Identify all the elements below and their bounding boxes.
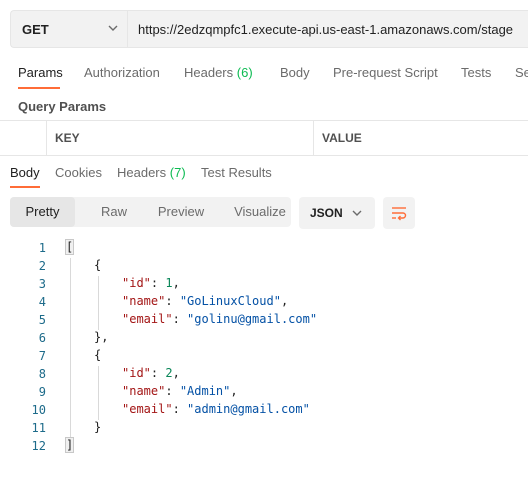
json-object-open: { <box>94 348 102 362</box>
line-number: 8 <box>38 367 46 381</box>
headers-count: (6) <box>236 65 253 80</box>
view-mode-pretty[interactable]: Pretty <box>10 197 75 227</box>
json-line-email: "email": "golinu@gmail.com" <box>122 312 318 326</box>
line-number: 9 <box>38 385 46 399</box>
line-number: 4 <box>38 295 46 309</box>
view-mode-raw[interactable]: Raw <box>80 197 148 227</box>
json-line-id: "id": 1, <box>122 276 180 290</box>
json-object-close: } <box>94 420 102 434</box>
json-line-email: "email": "admin@gmail.com" <box>122 402 310 416</box>
json-line-name: "name": "GoLinuxCloud", <box>122 294 289 308</box>
json-array-close: ] <box>64 437 75 453</box>
line-number: 10 <box>31 403 46 417</box>
tab-authorization[interactable]: Authorization <box>84 65 160 80</box>
tab-body[interactable]: Body <box>280 65 310 80</box>
key-column-header: KEY <box>55 131 80 145</box>
line-number: 11 <box>31 421 46 435</box>
view-mode-preview[interactable]: Preview <box>149 197 213 227</box>
line-number: 1 <box>38 241 46 255</box>
line-number: 12 <box>31 439 46 453</box>
line-number: 5 <box>38 313 46 327</box>
tab-tests[interactable]: Tests <box>461 65 491 80</box>
view-mode-visualize[interactable]: Visualize <box>224 197 296 227</box>
url-input[interactable]: https://2edzqmpfc1.execute-api.us-east-1… <box>127 10 528 48</box>
chevron-down-icon <box>108 25 118 31</box>
json-line-id: "id": 2, <box>122 366 180 380</box>
line-number: 3 <box>38 277 46 291</box>
wrap-lines-icon <box>392 207 407 221</box>
tab-headers[interactable]: Headers (6) <box>184 65 253 80</box>
url-text: https://2edzqmpfc1.execute-api.us-east-1… <box>138 22 514 37</box>
table-divider <box>46 121 47 156</box>
response-tab-body[interactable]: Body <box>10 165 40 180</box>
format-label: JSON <box>310 206 343 220</box>
method-select[interactable]: GET <box>10 10 127 48</box>
query-params-title: Query Params <box>18 99 107 114</box>
response-tab-headers[interactable]: Headers (7) <box>117 165 186 180</box>
method-label: GET <box>22 22 49 37</box>
tab-params[interactable]: Params <box>18 65 63 80</box>
params-table: KEY VALUE <box>0 120 528 156</box>
tab-settings[interactable]: Se <box>515 65 528 80</box>
response-headers-count: (7) <box>169 165 186 180</box>
tab-pre-request-script[interactable]: Pre-request Script <box>333 65 438 80</box>
line-number: 6 <box>38 331 46 345</box>
json-line-name: "name": "Admin", <box>122 384 238 398</box>
response-active-tab-indicator <box>10 186 40 188</box>
indent-guide <box>70 258 71 438</box>
json-object-open: { <box>94 258 102 272</box>
format-select[interactable]: JSON <box>299 197 375 229</box>
active-tab-indicator <box>18 87 60 89</box>
response-tab-test-results[interactable]: Test Results <box>201 165 272 180</box>
value-column-header: VALUE <box>322 131 362 145</box>
json-object-close: }, <box>94 330 109 344</box>
line-number: 7 <box>38 349 46 363</box>
response-tab-cookies[interactable]: Cookies <box>55 165 102 180</box>
table-divider <box>313 121 314 156</box>
wrap-lines-button[interactable] <box>383 197 415 229</box>
indent-guide <box>98 366 99 420</box>
indent-guide <box>98 276 99 330</box>
view-mode-selector: Pretty Raw Preview Visualize <box>10 197 291 227</box>
json-array-open: [ <box>64 239 75 255</box>
chevron-down-icon <box>352 210 362 216</box>
line-number: 2 <box>38 259 46 273</box>
